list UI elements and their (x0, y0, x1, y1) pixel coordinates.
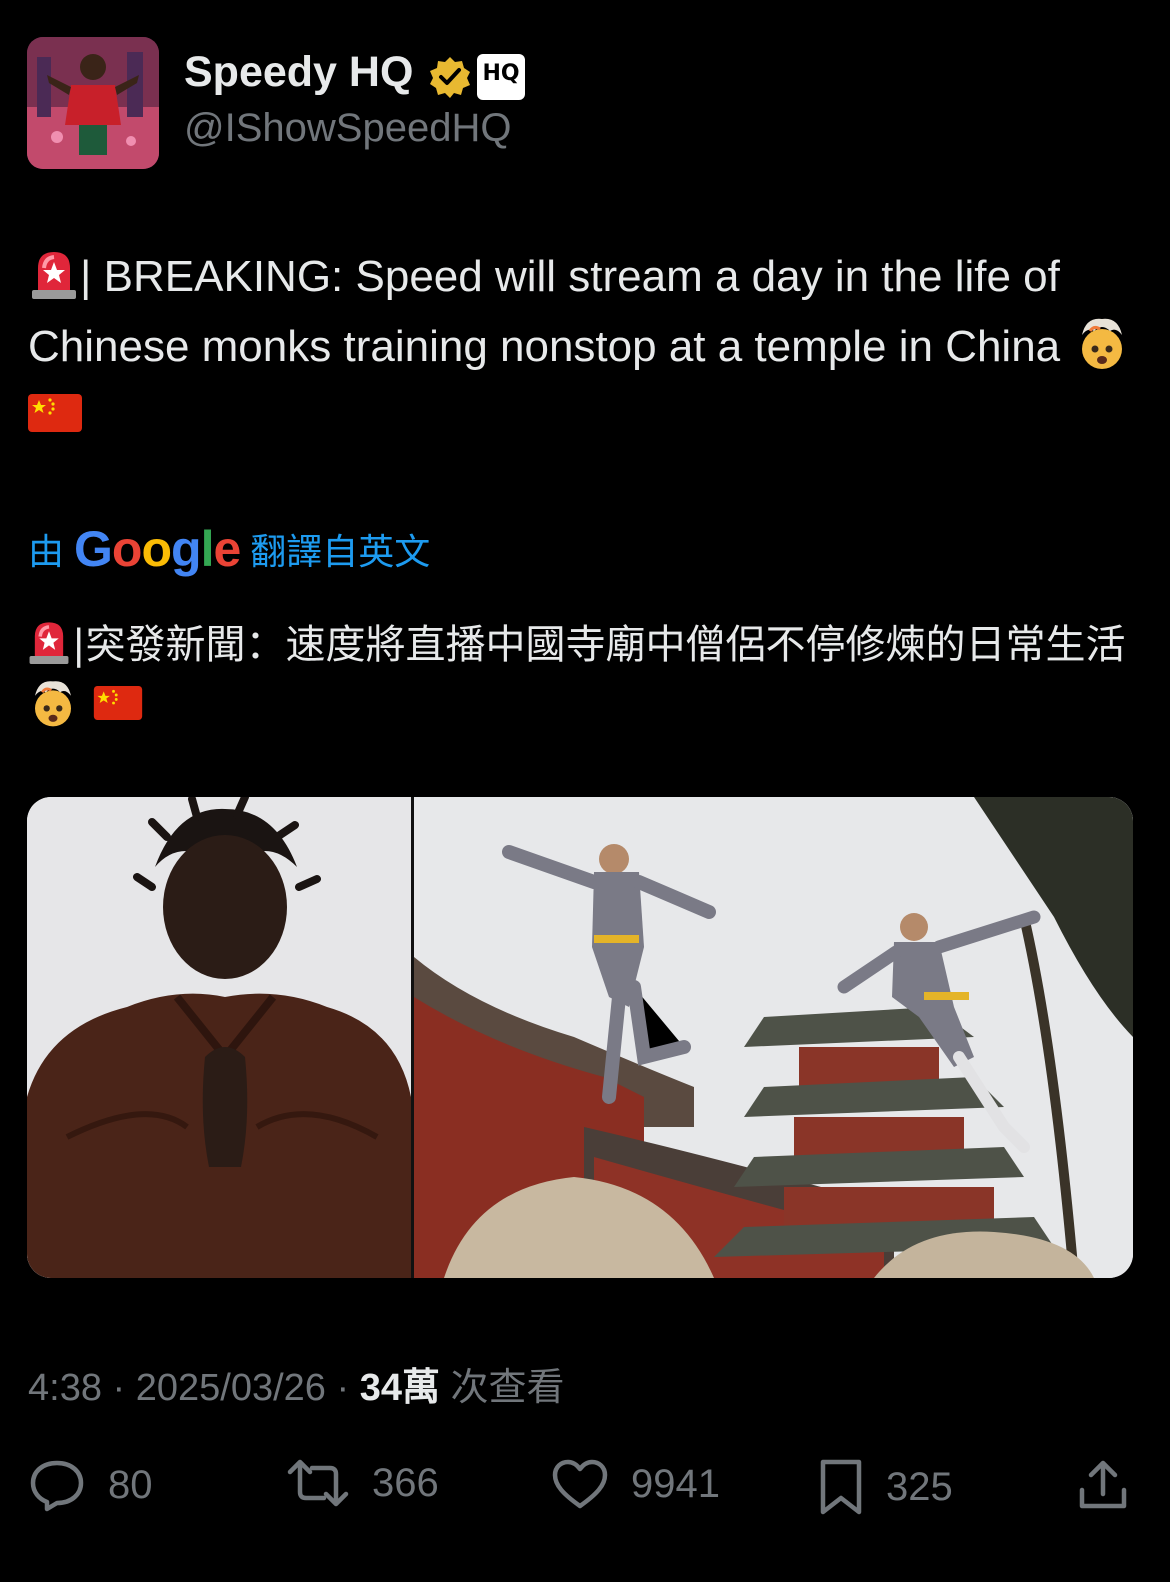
china-flag-icon (28, 394, 82, 433)
google-logo: Google (74, 521, 241, 577)
tweet-time[interactable]: 4:38 (28, 1367, 102, 1409)
verified-badge-icon[interactable] (428, 55, 472, 99)
affiliate-badge-label: HQ (482, 61, 520, 86)
media-image-speed[interactable] (27, 797, 411, 1278)
media-image-monks[interactable] (414, 797, 1133, 1278)
display-name[interactable]: Speedy HQ (184, 48, 413, 97)
repost-button[interactable]: 366 (286, 1458, 439, 1508)
bookmark-icon (820, 1459, 862, 1515)
meta-separator: · (325, 1367, 360, 1409)
reply-count: 80 (108, 1462, 153, 1507)
reply-icon (30, 1460, 84, 1512)
siren-icon (32, 252, 76, 300)
siren-icon (29, 622, 69, 664)
translated-body: |突發新聞：速度將直播中國寺廟中僧侶不停修煉的日常生活 (72, 622, 1126, 668)
translation-prefix: 由 (28, 531, 65, 572)
share-icon (1079, 1460, 1127, 1509)
exploding-head-icon (35, 681, 71, 727)
like-count: 9941 (631, 1461, 720, 1506)
tweet-media[interactable] (27, 797, 1133, 1278)
share-button[interactable] (1076, 1458, 1130, 1512)
tweet-detail: Speedy HQ HQ @IShowSpeedHQ | BREAKING: S… (0, 0, 1170, 1582)
like-button[interactable]: 9941 (551, 1458, 720, 1510)
translation-attribution[interactable]: 由 Google 翻譯自英文 (28, 520, 430, 578)
exploding-head-icon (1082, 319, 1123, 370)
tweet-body: | BREAKING: Speed will stream a day in t… (28, 252, 1061, 371)
user-handle[interactable]: @IShowSpeedHQ (184, 106, 511, 151)
affiliate-badge[interactable]: HQ (477, 54, 525, 100)
bookmark-button[interactable]: 325 (818, 1458, 953, 1516)
repost-icon (287, 1459, 349, 1507)
tweet-actions: 80 366 9941 325 (0, 1450, 1170, 1520)
meta-separator: · (101, 1367, 136, 1409)
tweet-text: | BREAKING: Speed will stream a day in t… (28, 242, 1138, 452)
views-label: 次查看 (440, 1367, 565, 1409)
tweet-date[interactable]: 2025/03/26 (136, 1367, 326, 1409)
translated-text: |突發新聞：速度將直播中國寺廟中僧侶不停修煉的日常生活 (26, 614, 1146, 738)
bookmark-count: 325 (886, 1464, 953, 1509)
translation-suffix: 翻譯自英文 (250, 531, 431, 572)
tweet-meta: 4:38 · 2025/03/26 · 34萬 次查看 (28, 1356, 565, 1411)
reply-button[interactable]: 80 (28, 1458, 153, 1512)
avatar[interactable] (27, 37, 159, 169)
repost-count: 366 (372, 1460, 439, 1505)
views-count[interactable]: 34萬 (360, 1367, 440, 1409)
china-flag-icon (93, 686, 142, 720)
heart-icon (552, 1459, 608, 1509)
